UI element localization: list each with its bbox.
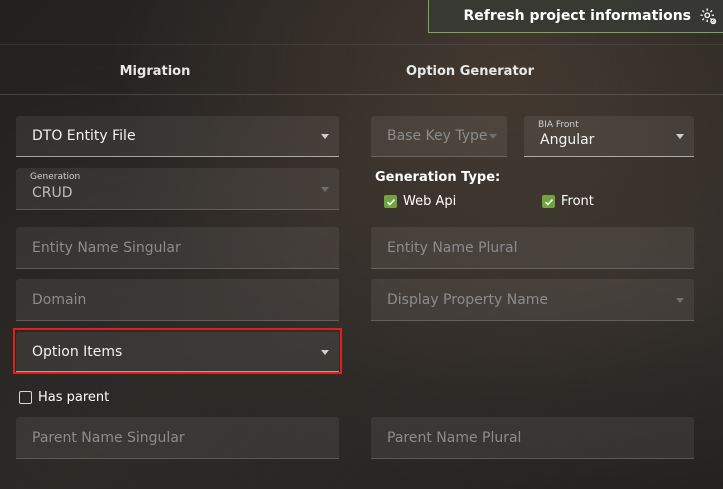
dropdown-arrow-icon xyxy=(321,186,329,192)
refresh-label: Refresh project informations xyxy=(463,8,691,24)
checkbox-empty-icon xyxy=(19,391,32,404)
parent-name-plural-placeholder: Parent Name Plural xyxy=(387,429,522,446)
has-parent-checkbox[interactable]: Has parent xyxy=(19,390,109,405)
dropdown-arrow-icon xyxy=(489,134,497,139)
bia-front-value: Angular xyxy=(540,132,595,148)
parent-name-singular-input[interactable]: Parent Name Singular xyxy=(16,417,339,459)
generation-label: Generation xyxy=(30,172,81,182)
entity-name-singular-placeholder: Entity Name Singular xyxy=(32,239,181,256)
dropdown-arrow-icon xyxy=(321,134,329,139)
domain-placeholder: Domain xyxy=(32,291,87,308)
checkbox-checked-icon xyxy=(384,195,397,208)
settings-refresh-icon xyxy=(700,8,717,25)
front-checkbox[interactable]: Front xyxy=(542,194,594,209)
generation-value: CRUD xyxy=(32,185,73,201)
has-parent-label: Has parent xyxy=(38,390,110,405)
parent-name-plural-input[interactable]: Parent Name Plural xyxy=(371,417,694,459)
domain-input[interactable]: Domain xyxy=(16,279,339,321)
web-api-checkbox[interactable]: Web Api xyxy=(384,194,456,209)
tab-bar: Migration Option Generator xyxy=(0,48,723,94)
entity-name-singular-input[interactable]: Entity Name Singular xyxy=(16,227,339,269)
front-label: Front xyxy=(561,194,594,209)
parent-name-singular-placeholder: Parent Name Singular xyxy=(32,429,185,446)
dropdown-arrow-icon xyxy=(676,134,684,139)
tab-divider xyxy=(0,94,723,95)
web-api-label: Web Api xyxy=(403,194,457,209)
dto-entity-file-placeholder: DTO Entity File xyxy=(32,128,136,144)
tab-option-generator[interactable]: Option Generator xyxy=(310,48,630,94)
tab-migration[interactable]: Migration xyxy=(0,48,310,94)
display-property-name-select[interactable]: Display Property Name xyxy=(371,279,694,321)
bia-front-label: BIA Front xyxy=(538,120,579,130)
refresh-project-button[interactable]: Refresh project informations xyxy=(428,0,723,33)
generation-select[interactable]: Generation CRUD xyxy=(16,168,339,210)
bia-front-select[interactable]: BIA Front Angular xyxy=(524,116,694,157)
entity-name-plural-placeholder: Entity Name Plural xyxy=(387,239,518,256)
base-key-type-select[interactable]: Base Key Type xyxy=(371,116,507,157)
option-items-highlight xyxy=(13,328,342,374)
generation-type-label: Generation Type: xyxy=(375,170,501,185)
dropdown-arrow-icon xyxy=(676,297,684,303)
entity-name-plural-input[interactable]: Entity Name Plural xyxy=(371,227,694,269)
checkbox-checked-icon xyxy=(542,195,555,208)
dto-entity-file-select[interactable]: DTO Entity File xyxy=(16,116,339,157)
header-divider xyxy=(0,44,723,45)
base-key-type-placeholder: Base Key Type xyxy=(387,128,488,144)
display-property-name-placeholder: Display Property Name xyxy=(387,291,549,308)
